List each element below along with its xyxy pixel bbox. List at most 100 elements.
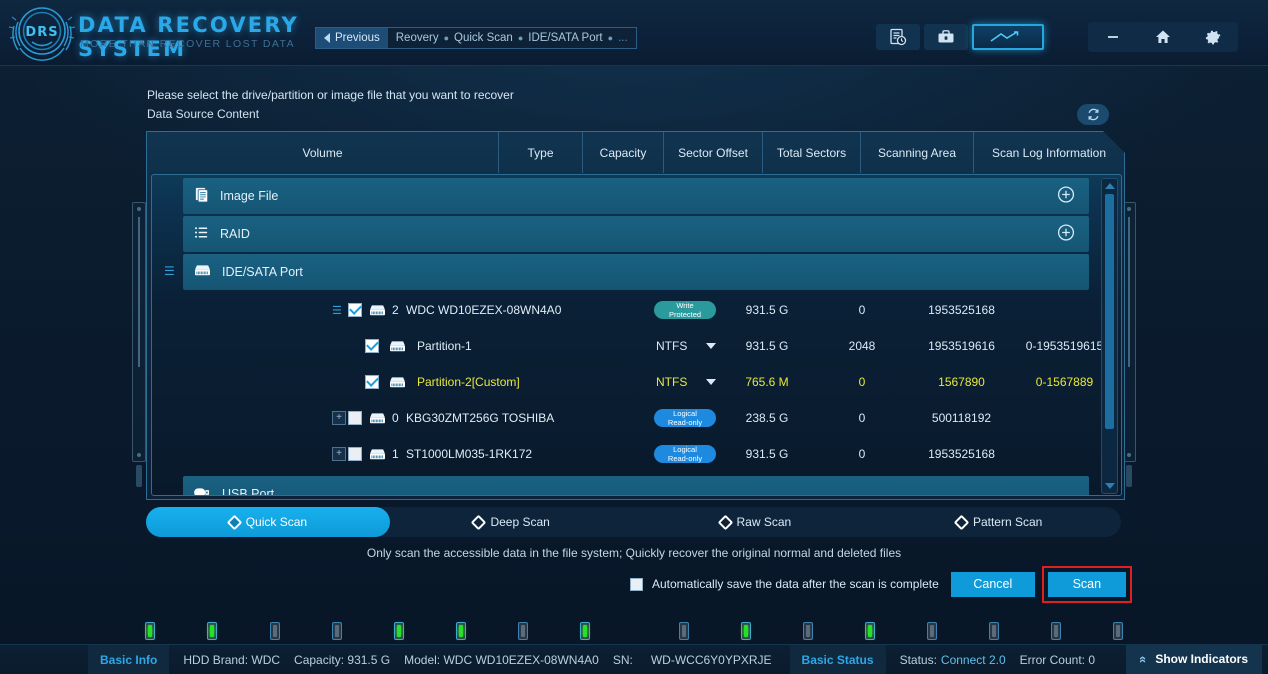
- column-header-sector-offset[interactable]: Sector Offset: [664, 132, 763, 173]
- indicator-led: [803, 622, 813, 640]
- minimize-icon: [1104, 28, 1122, 46]
- partition-name: Partition-1: [417, 339, 472, 353]
- scan-mode-deep[interactable]: Deep Scan: [390, 507, 634, 537]
- table-row[interactable]: ☰ 2 WDC WD10EZEX-08WN4A0: [152, 292, 1092, 328]
- breadcrumb-ellipsis[interactable]: ...: [618, 32, 628, 44]
- tree-category-ide-sata-port[interactable]: IDE/SATA Port: [183, 254, 1089, 290]
- scroll-down-icon[interactable]: [1105, 483, 1115, 489]
- drive-icon: [193, 263, 212, 281]
- brand-logo: DRS DATA RECOVERY SYSTEM MORE THAN RECOV…: [6, 4, 306, 62]
- expand-device-button[interactable]: +: [332, 411, 346, 425]
- cell-capacity: 931.5 G: [722, 303, 812, 317]
- indicator-led: [741, 622, 751, 640]
- indicator-led: [1051, 622, 1061, 640]
- tree-category-raid[interactable]: RAID: [183, 216, 1089, 252]
- partition-checkbox[interactable]: [365, 375, 379, 389]
- table-row[interactable]: Partition-2[Custom] NTFS 765.6 M 0 15678…: [152, 364, 1092, 400]
- refresh-icon: [1086, 107, 1101, 122]
- drive-icon: [388, 375, 407, 393]
- column-header-volume[interactable]: Volume: [147, 132, 499, 173]
- scrollbar-thumb[interactable]: [1105, 194, 1114, 429]
- status-tab-basic-status[interactable]: Basic Status: [790, 645, 886, 674]
- expand-device-button[interactable]: +: [332, 447, 346, 461]
- column-header-type[interactable]: Type: [499, 132, 583, 173]
- scan-mode-label: Pattern Scan: [973, 515, 1042, 529]
- table-row[interactable]: Partition-1 NTFS 931.5 G 2048 1953519616…: [152, 328, 1092, 364]
- collapse-ide-sata-icon[interactable]: ☰: [164, 264, 175, 278]
- scan-mode-raw[interactable]: Raw Scan: [634, 507, 878, 537]
- tree-scrollbar[interactable]: [1101, 178, 1118, 494]
- auto-save-checkbox[interactable]: [630, 578, 643, 591]
- breadcrumb[interactable]: Previous Reovery ● Quick Scan ● IDE/SATA…: [315, 27, 637, 49]
- settings-button[interactable]: [1188, 22, 1238, 52]
- status-badge: Logical Read-only: [654, 409, 716, 427]
- report-button[interactable]: [876, 24, 920, 50]
- left-decorative-rail: [132, 202, 146, 462]
- drs-logo-icon: DRS: [6, 4, 78, 62]
- raid-list-icon: [193, 224, 210, 244]
- partition-name: Partition-2[Custom]: [417, 375, 520, 389]
- breadcrumb-previous-button[interactable]: Previous: [316, 28, 388, 48]
- device-checkbox[interactable]: [348, 411, 362, 425]
- toolbox-icon: [937, 28, 955, 46]
- scan-mode-quick[interactable]: Quick Scan: [146, 507, 390, 537]
- cell-total-sectors: 1953519616: [909, 339, 1014, 353]
- app-root: DRS DATA RECOVERY SYSTEM MORE THAN RECOV…: [0, 0, 1268, 674]
- device-index: 1: [392, 447, 399, 461]
- show-indicators-button[interactable]: « Show Indicators: [1126, 644, 1262, 674]
- scroll-up-icon[interactable]: [1105, 183, 1115, 189]
- badge-line-2: Protected: [669, 310, 701, 319]
- indicator-led: [207, 622, 217, 640]
- brand-title: DATA RECOVERY SYSTEM: [78, 13, 306, 61]
- column-header-scanning-area[interactable]: Scanning Area: [861, 132, 974, 173]
- scan-mode-label: Quick Scan: [246, 515, 307, 529]
- indicator-led: [332, 622, 342, 640]
- tree-category-label: RAID: [220, 227, 250, 241]
- add-raid-button[interactable]: [1057, 224, 1075, 245]
- breadcrumb-item-0[interactable]: Reovery: [396, 32, 439, 44]
- column-header-total-sectors[interactable]: Total Sectors: [763, 132, 861, 173]
- scan-mode-pattern[interactable]: Pattern Scan: [877, 507, 1121, 537]
- collapse-device-icon[interactable]: ☰: [332, 304, 342, 317]
- scan-button[interactable]: Scan: [1048, 572, 1126, 597]
- status-label: Status:: [900, 653, 937, 667]
- breadcrumb-item-1[interactable]: Quick Scan: [454, 32, 513, 44]
- radio-diamond-icon: [717, 514, 733, 530]
- device-checkbox[interactable]: [348, 303, 362, 317]
- badge-line-1: Write: [676, 301, 693, 310]
- cancel-button[interactable]: Cancel: [951, 572, 1035, 597]
- breadcrumb-path: Reovery ● Quick Scan ● IDE/SATA Port ● .…: [388, 28, 636, 48]
- drive-icon: [368, 303, 387, 321]
- radio-diamond-icon: [226, 514, 242, 530]
- badge-line-2: Read-only: [668, 418, 702, 427]
- toolbox-button[interactable]: [924, 24, 968, 50]
- add-image-file-button[interactable]: [1057, 186, 1075, 207]
- column-header-capacity[interactable]: Capacity: [583, 132, 664, 173]
- refresh-button[interactable]: [1077, 104, 1109, 125]
- chevron-down-icon[interactable]: [706, 343, 716, 349]
- home-button[interactable]: [1138, 22, 1188, 52]
- column-header-scan-log[interactable]: Scan Log Information: [974, 132, 1124, 173]
- gear-icon: [1204, 28, 1223, 47]
- indicator-led: [394, 622, 404, 640]
- tree-category-image-file[interactable]: Image File: [183, 178, 1089, 214]
- trend-chart-button[interactable]: [972, 24, 1044, 50]
- home-icon: [1154, 28, 1172, 46]
- status-badge: Logical Read-only: [654, 445, 716, 463]
- breadcrumb-separator: ●: [518, 33, 523, 43]
- breadcrumb-item-2[interactable]: IDE/SATA Port: [528, 32, 602, 44]
- status-model: Model: WDC WD10EZEX-08WN4A0: [404, 653, 599, 667]
- table-header: Volume Type Capacity Sector Offset Total…: [147, 132, 1126, 173]
- device-checkbox[interactable]: [348, 447, 362, 461]
- tree-category-usb-port[interactable]: USB Port: [183, 476, 1089, 496]
- chevron-down-icon[interactable]: [706, 379, 716, 385]
- table-row[interactable]: + 1 ST1000LM035-1RK172: [152, 436, 1092, 472]
- usb-icon: [193, 486, 212, 496]
- status-tab-basic-info[interactable]: Basic Info: [88, 645, 169, 674]
- indicator-led: [456, 622, 466, 640]
- data-source-panel: Volume Type Capacity Sector Offset Total…: [146, 131, 1125, 500]
- minimize-button[interactable]: [1088, 22, 1138, 52]
- cell-sector-offset: 2048: [817, 339, 907, 353]
- partition-checkbox[interactable]: [365, 339, 379, 353]
- table-row[interactable]: + 0 KBG30ZMT256G TOSHIBA: [152, 400, 1092, 436]
